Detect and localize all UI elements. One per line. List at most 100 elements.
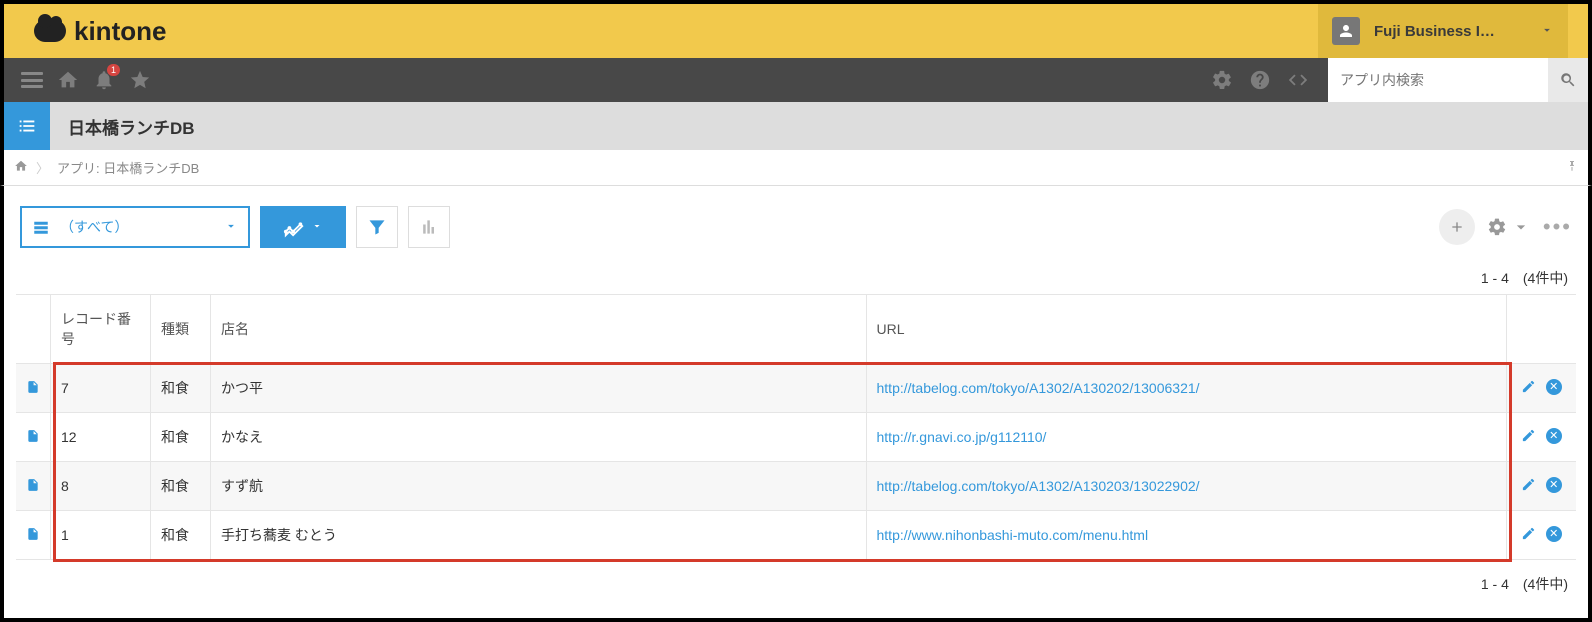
chevron-down-icon — [224, 219, 238, 236]
notification-badge: 1 — [107, 64, 120, 76]
view-selector-label: （すべて） — [60, 217, 214, 237]
home-icon — [14, 159, 28, 173]
graph-icon — [283, 216, 305, 238]
url-link[interactable]: http://tabelog.com/tokyo/A1302/A130203/1… — [877, 478, 1200, 494]
cell-name: すず航 — [211, 462, 867, 511]
product-logo[interactable]: kintone — [34, 16, 166, 47]
pin-button[interactable] — [1566, 160, 1578, 175]
url-link[interactable]: http://www.nihonbashi-muto.com/menu.html — [877, 527, 1149, 543]
pagination-text: 1 - 4 (4件中) — [1481, 576, 1568, 592]
graph-button[interactable] — [260, 206, 346, 248]
row-actions: ✕ — [1506, 462, 1576, 511]
record-open-icon[interactable] — [16, 364, 51, 413]
topbar: kintone Fuji Business I… — [0, 0, 1592, 58]
records-table-wrap: レコード番号 種類 店名 URL 7和食かつ平http://tabelog.co… — [0, 294, 1592, 560]
record-open-icon[interactable] — [16, 413, 51, 462]
app-title: 日本橋ランチDB — [68, 114, 195, 139]
pagination-bottom: 1 - 4 (4件中) — [0, 560, 1592, 622]
edit-icon[interactable] — [1521, 477, 1536, 492]
view-selector[interactable]: （すべて） — [20, 206, 250, 248]
funnel-icon — [367, 217, 387, 237]
search-input[interactable] — [1328, 58, 1548, 102]
delete-button[interactable]: ✕ — [1546, 526, 1562, 542]
cell-type: 和食 — [151, 511, 211, 560]
code-icon — [1287, 69, 1309, 91]
search-icon — [1559, 71, 1577, 89]
list-icon — [16, 115, 38, 137]
row-actions: ✕ — [1506, 413, 1576, 462]
column-header-name[interactable]: 店名 — [211, 295, 867, 364]
help-button[interactable] — [1242, 62, 1278, 98]
add-record-button[interactable] — [1439, 209, 1475, 245]
breadcrumb-separator: 〉 — [36, 158, 49, 177]
breadcrumb: 〉 アプリ: 日本橋ランチDB — [0, 150, 1592, 186]
global-navbar: 1 — [0, 58, 1592, 102]
cloud-icon — [34, 20, 66, 42]
bar-chart-icon — [419, 217, 439, 237]
delete-button[interactable]: ✕ — [1546, 379, 1562, 395]
cell-type: 和食 — [151, 413, 211, 462]
cell-url: http://tabelog.com/tokyo/A1302/A130202/1… — [866, 364, 1506, 413]
developer-button[interactable] — [1280, 62, 1316, 98]
plus-icon — [1449, 219, 1465, 235]
delete-button[interactable]: ✕ — [1546, 477, 1562, 493]
gear-icon — [1211, 69, 1233, 91]
filter-button[interactable] — [356, 206, 398, 248]
user-display-name: Fuji Business I… — [1374, 23, 1526, 40]
help-icon — [1249, 69, 1271, 91]
url-link[interactable]: http://r.gnavi.co.jp/g112110/ — [877, 429, 1047, 445]
more-options-button[interactable]: ••• — [1543, 214, 1572, 240]
app-search — [1328, 58, 1588, 102]
records-table: レコード番号 種類 店名 URL 7和食かつ平http://tabelog.co… — [16, 294, 1576, 560]
table-row[interactable]: 7和食かつ平http://tabelog.com/tokyo/A1302/A13… — [16, 364, 1576, 413]
row-actions: ✕ — [1506, 364, 1576, 413]
table-row[interactable]: 8和食すず航http://tabelog.com/tokyo/A1302/A13… — [16, 462, 1576, 511]
row-actions: ✕ — [1506, 511, 1576, 560]
column-header-icon — [16, 295, 51, 364]
record-open-icon[interactable] — [16, 511, 51, 560]
table-icon — [32, 218, 50, 236]
notifications-button[interactable]: 1 — [86, 62, 122, 98]
cell-record-no: 1 — [51, 511, 151, 560]
table-row[interactable]: 1和食手打ち蕎麦 むとう http://www.nihonbashi-muto.c… — [16, 511, 1576, 560]
hamburger-icon — [21, 72, 43, 88]
chart-button[interactable] — [408, 206, 450, 248]
cell-url: http://tabelog.com/tokyo/A1302/A130203/1… — [866, 462, 1506, 511]
cell-url: http://www.nihonbashi-muto.com/menu.html — [866, 511, 1506, 560]
favorites-button[interactable] — [122, 62, 158, 98]
view-toolbar: （すべて） ••• — [0, 186, 1592, 258]
column-header-type[interactable]: 種類 — [151, 295, 211, 364]
user-menu[interactable]: Fuji Business I… — [1318, 4, 1568, 58]
home-button[interactable] — [50, 62, 86, 98]
column-header-record-no[interactable]: レコード番号 — [51, 295, 151, 364]
menu-button[interactable] — [14, 62, 50, 98]
home-icon — [57, 69, 79, 91]
star-icon — [129, 69, 151, 91]
cell-record-no: 12 — [51, 413, 151, 462]
cell-url: http://r.gnavi.co.jp/g112110/ — [866, 413, 1506, 462]
chevron-down-icon — [1540, 23, 1554, 40]
gear-icon — [1487, 217, 1507, 237]
settings-button[interactable] — [1204, 62, 1240, 98]
record-open-icon[interactable] — [16, 462, 51, 511]
delete-button[interactable]: ✕ — [1546, 428, 1562, 444]
cell-record-no: 7 — [51, 364, 151, 413]
edit-icon[interactable] — [1521, 379, 1536, 394]
pagination-text: 1 - 4 (4件中) — [1481, 270, 1568, 286]
avatar-icon — [1332, 17, 1360, 45]
column-header-url[interactable]: URL — [866, 295, 1506, 364]
cell-type: 和食 — [151, 462, 211, 511]
breadcrumb-current: アプリ: 日本橋ランチDB — [57, 158, 199, 177]
edit-icon[interactable] — [1521, 526, 1536, 541]
edit-icon[interactable] — [1521, 428, 1536, 443]
search-button[interactable] — [1548, 58, 1588, 102]
url-link[interactable]: http://tabelog.com/tokyo/A1302/A130202/1… — [877, 380, 1200, 396]
app-titlebar: 日本橋ランチDB — [0, 102, 1592, 150]
table-row[interactable]: 12和食かなえhttp://r.gnavi.co.jp/g112110/✕ — [16, 413, 1576, 462]
cell-name: かつ平 — [211, 364, 867, 413]
breadcrumb-home[interactable] — [14, 159, 28, 176]
product-name: kintone — [74, 16, 166, 47]
app-icon — [4, 102, 50, 150]
app-settings-button[interactable] — [1487, 217, 1531, 237]
cell-name: 手打ち蕎麦 むとう — [211, 511, 867, 560]
